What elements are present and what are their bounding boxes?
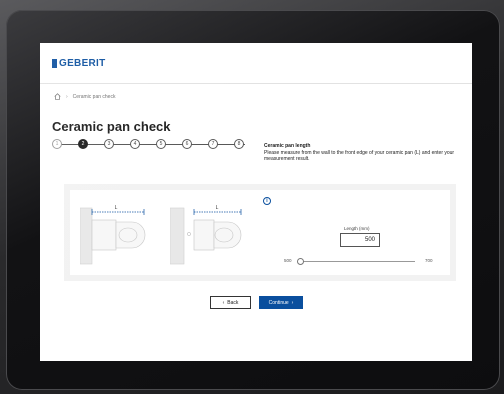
slider-max-label: 700: [425, 258, 433, 263]
site-header: GEBERIT: [40, 43, 472, 83]
logo-text: GEBERIT: [59, 57, 106, 69]
length-slider-handle[interactable]: [297, 258, 304, 265]
ceramic-pan-floor-diagram: L: [170, 205, 242, 265]
breadcrumb-current: Ceramic pan check: [72, 93, 116, 100]
info-icon[interactable]: i: [263, 197, 271, 205]
step-2[interactable]: 2: [78, 139, 88, 149]
screen: GEBERIT › Ceramic pan check Ceramic pan …: [40, 43, 472, 361]
length-slider-track[interactable]: [300, 261, 415, 262]
continue-button-label: Continue: [268, 299, 289, 306]
chevron-right-icon: ›: [291, 299, 294, 306]
ceramic-pan-wall-hung-diagram: L: [80, 205, 146, 265]
step-info-text: Please measure from the wall to the fron…: [264, 149, 455, 163]
step-6[interactable]: 6: [182, 139, 192, 149]
chevron-right-icon: ›: [66, 93, 68, 100]
home-icon[interactable]: [54, 93, 61, 100]
length-input-label: Length (mm): [344, 226, 370, 231]
header-divider: [40, 83, 472, 84]
slider-min-label: 500: [284, 258, 292, 263]
page-footer-area: [40, 321, 472, 361]
breadcrumb: › Ceramic pan check: [54, 93, 115, 100]
logo-mark: [52, 58, 57, 68]
page-title: Ceramic pan check: [52, 119, 171, 134]
step-4[interactable]: 4: [130, 139, 140, 149]
back-button-label: Back: [227, 299, 239, 306]
measurement-panel: L L i Length (mm) 500 500 700: [64, 184, 456, 281]
length-input[interactable]: 500: [340, 233, 380, 247]
tablet-device: GEBERIT › Ceramic pan check Ceramic pan …: [0, 0, 504, 394]
progress-stepper: 1 2 3 4 5 6 7 8: [52, 138, 252, 152]
chevron-left-icon: ‹: [222, 299, 225, 306]
step-5[interactable]: 5: [156, 139, 166, 149]
continue-button[interactable]: Continue ›: [259, 296, 303, 309]
step-1[interactable]: 1: [52, 139, 62, 149]
measurement-card: L L i Length (mm) 500 500 700: [70, 190, 450, 275]
geberit-logo[interactable]: GEBERIT: [52, 57, 106, 69]
step-8[interactable]: 8: [234, 139, 244, 149]
back-button[interactable]: ‹ Back: [210, 296, 251, 309]
step-info: Ceramic pan length Please measure from t…: [264, 143, 464, 163]
step-7[interactable]: 7: [208, 139, 218, 149]
length-marker-label: L: [216, 205, 219, 211]
step-3[interactable]: 3: [104, 139, 114, 149]
length-marker-label: L: [115, 205, 118, 211]
